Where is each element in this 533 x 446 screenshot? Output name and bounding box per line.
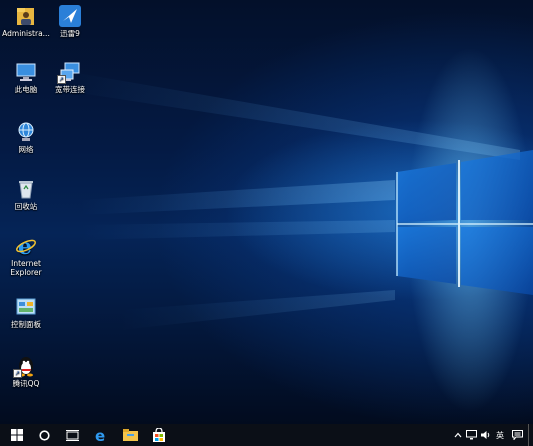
shortcut-arrow-icon: ↗ — [57, 75, 66, 84]
desktop-icon-broadband[interactable]: ↗ 宽带连接 — [46, 61, 94, 94]
svg-text:e: e — [18, 235, 32, 257]
tray-overflow-button[interactable] — [452, 424, 464, 446]
recycle-bin-icon — [15, 178, 37, 200]
start-button[interactable] — [4, 424, 30, 446]
desktop-wallpaper[interactable]: Administra... 迅雷9 此电脑 ↗ 宽带连接 网络 回收站 e In… — [0, 0, 533, 424]
broadband-connection-icon: ↗ — [57, 61, 81, 84]
xunlei-bird-icon — [59, 5, 81, 27]
desktop-icon-label: 宽带连接 — [55, 85, 85, 94]
tray-notifications-button[interactable] — [510, 424, 524, 446]
internet-explorer-icon: e — [15, 234, 37, 260]
edge-icon: e — [95, 428, 105, 442]
speaker-icon — [481, 431, 490, 439]
cortana-circle-icon — [38, 429, 50, 441]
desktop-icon-this-pc[interactable]: 此电脑 — [2, 61, 50, 94]
chevron-up-icon — [454, 432, 462, 438]
store-icon — [153, 428, 165, 442]
desktop-icon-label: 回收站 — [14, 202, 38, 211]
edge-taskbar-button[interactable]: e — [89, 424, 113, 446]
action-center-icon — [511, 430, 523, 440]
desktop-icon-label: 控制面板 — [11, 320, 41, 329]
tray-network-button[interactable] — [465, 424, 478, 446]
desktop-icon-tencent-qq[interactable]: ↗ 腾讯QQ — [2, 355, 50, 388]
desktop-icon-label: Administra... — [2, 29, 50, 38]
network-monitor-icon — [466, 430, 477, 440]
desktop-icon-xunlei[interactable]: 迅雷9 — [46, 5, 94, 38]
desktop-icon-network[interactable]: 网络 — [2, 121, 50, 154]
svg-text:e: e — [95, 428, 105, 442]
store-taskbar-button[interactable] — [147, 424, 171, 446]
desktop-icon-label: Internet Explorer — [10, 259, 42, 277]
desktop-icon-control-panel[interactable]: 控制面板 — [2, 296, 50, 329]
tray-input-language-button[interactable]: 英 — [492, 424, 508, 446]
task-view-button[interactable] — [60, 424, 84, 446]
task-view-icon — [65, 429, 79, 441]
computer-icon — [15, 61, 37, 83]
desktop-icon-label: 此电脑 — [14, 85, 38, 94]
desktop-icon-administrator[interactable]: Administra... — [2, 5, 50, 38]
cortana-search-button[interactable] — [32, 424, 56, 446]
desktop-icon-recycle-bin[interactable]: 回收站 — [2, 178, 50, 211]
desktop-icon-label: 腾讯QQ — [12, 379, 40, 388]
shortcut-arrow-icon: ↗ — [13, 369, 22, 378]
desktop-icon-label: 网络 — [18, 145, 34, 154]
network-globe-icon — [15, 121, 37, 143]
control-panel-icon — [15, 296, 37, 318]
input-language-indicator: 英 — [496, 430, 504, 440]
show-desktop-button[interactable] — [528, 424, 533, 446]
desktop-icon-internet-explorer[interactable]: e Internet Explorer — [2, 234, 50, 277]
user-folder-icon — [15, 5, 37, 27]
file-explorer-icon — [122, 429, 138, 441]
start-windows-icon — [11, 429, 23, 441]
desktop-icon-label: 迅雷9 — [60, 29, 80, 38]
tray-volume-button[interactable] — [479, 424, 492, 446]
file-explorer-taskbar-button[interactable] — [118, 424, 142, 446]
qq-penguin-icon: ↗ — [13, 355, 37, 378]
taskbar: e 英 — [0, 424, 533, 446]
